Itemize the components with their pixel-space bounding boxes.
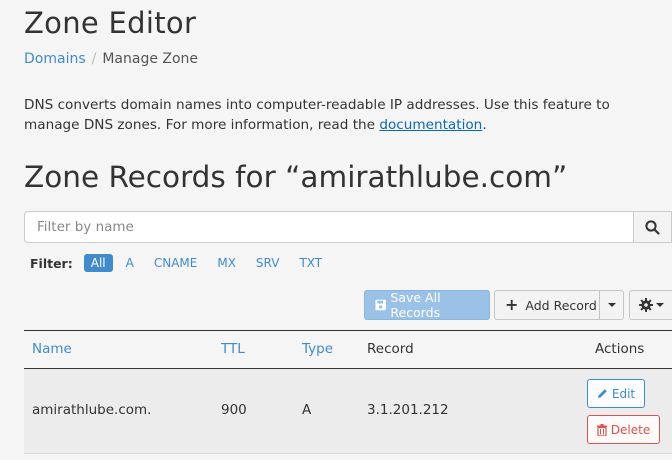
search-button[interactable] xyxy=(633,211,672,243)
breadcrumb-domains-link[interactable]: Domains xyxy=(24,51,86,67)
intro-body: DNS converts domain names into computer-… xyxy=(24,97,610,133)
filter-srv[interactable]: SRV xyxy=(249,254,287,272)
search-input[interactable] xyxy=(24,211,634,243)
record-type: A xyxy=(302,402,312,418)
filter-cname[interactable]: CNAME xyxy=(147,254,205,272)
edit-button[interactable]: Edit xyxy=(587,379,645,408)
add-record-label: Add Record xyxy=(525,297,597,313)
breadcrumb-separator: / xyxy=(91,51,97,67)
add-record-button[interactable]: + Add Record xyxy=(494,290,600,320)
filter-mx[interactable]: MX xyxy=(210,254,243,272)
plus-icon: + xyxy=(505,295,519,314)
breadcrumb: Domains / Manage Zone xyxy=(24,51,198,67)
edit-label: Edit xyxy=(611,386,636,401)
filter-a[interactable]: A xyxy=(119,254,141,272)
save-icon xyxy=(375,299,386,311)
pencil-icon xyxy=(597,389,607,398)
column-header-actions: Actions xyxy=(595,341,645,357)
caret-down-icon xyxy=(655,303,664,307)
save-all-records-button[interactable]: Save All Records xyxy=(364,290,490,320)
trash-icon xyxy=(596,423,607,436)
filter-label: Filter: xyxy=(30,255,73,271)
zone-records-table: Name TTL Type Record Actions amirathlube… xyxy=(24,330,672,454)
settings-menu-button[interactable] xyxy=(629,290,672,320)
column-header-name[interactable]: Name xyxy=(32,341,72,357)
page-title: Zone Editor xyxy=(24,6,197,40)
delete-button[interactable]: Delete xyxy=(587,415,660,444)
record-ttl: 900 xyxy=(221,402,247,418)
column-header-ttl[interactable]: TTL xyxy=(221,341,245,357)
record-name: amirathlube.com. xyxy=(32,402,152,418)
column-header-record: Record xyxy=(367,341,414,357)
save-all-records-label: Save All Records xyxy=(390,290,441,320)
gear-icon xyxy=(638,298,653,312)
caret-down-icon xyxy=(607,303,616,307)
search-group xyxy=(24,211,672,243)
filter-all[interactable]: All xyxy=(83,254,113,272)
record-value: 3.1.201.212 xyxy=(367,402,449,418)
intro-text: DNS converts domain names into computer-… xyxy=(24,95,664,135)
intro-suffix: . xyxy=(482,117,487,133)
table-header: Name TTL Type Record Actions xyxy=(24,330,672,369)
add-record-dropdown-toggle[interactable] xyxy=(599,290,624,320)
documentation-link[interactable]: documentation xyxy=(379,117,482,133)
column-header-type[interactable]: Type xyxy=(302,341,333,357)
breadcrumb-current: Manage Zone xyxy=(102,51,199,67)
filter-txt[interactable]: TXT xyxy=(292,254,329,272)
delete-label: Delete xyxy=(610,422,651,437)
filter-row: Filter: All A CNAME MX SRV TXT xyxy=(30,253,335,273)
search-icon xyxy=(645,220,660,235)
table-row: amirathlube.com. 900 A 3.1.201.212 Edit … xyxy=(24,369,672,454)
zone-records-title: Zone Records for “amirathlube.com” xyxy=(24,160,568,194)
